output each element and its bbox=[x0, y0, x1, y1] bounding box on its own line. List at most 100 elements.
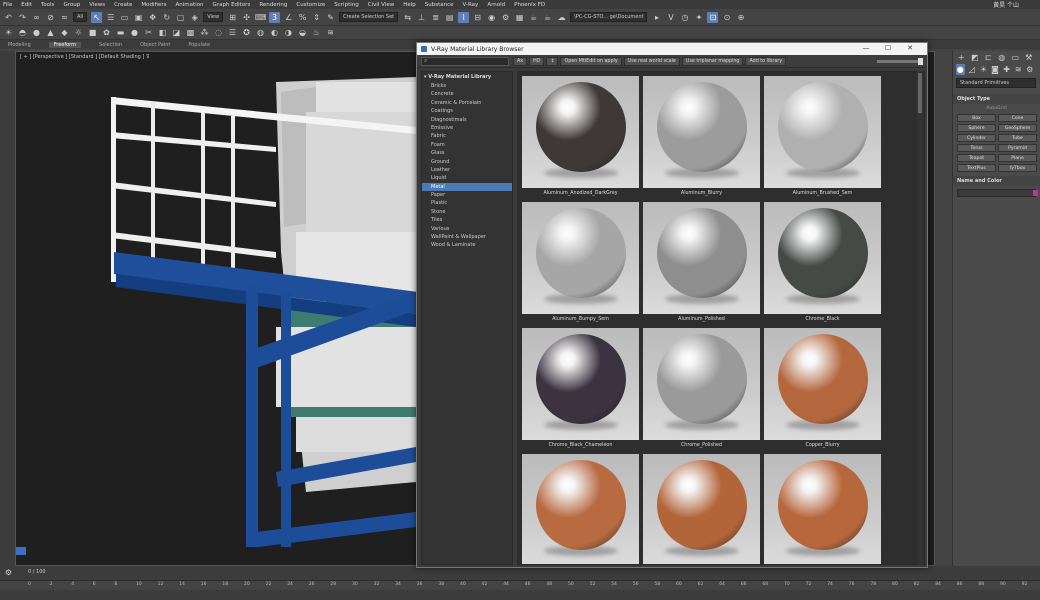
material-preview[interactable] bbox=[522, 328, 639, 440]
geosphere-button[interactable]: GeoSphere bbox=[998, 124, 1037, 132]
phoenix-fire-icon[interactable]: ♨ bbox=[311, 27, 322, 38]
pyramid-button[interactable]: Pyramid bbox=[998, 144, 1037, 152]
menu-vray[interactable]: V-Ray bbox=[463, 2, 479, 8]
material-preview[interactable] bbox=[522, 202, 639, 314]
render-cloud-icon[interactable]: ☁ bbox=[556, 12, 567, 23]
helpers-icon[interactable]: ✚ bbox=[1002, 64, 1011, 75]
timeline-ruler[interactable]: 0 2 4 6 8 10 12 14 16 18 20 22 24 26 28 30 32 34 36 38 40 42 4… bbox=[0, 580, 1040, 590]
triplanar-mapping-toggle[interactable]: Use triplanar mapping bbox=[681, 56, 744, 66]
category-concrete[interactable]: Concrete bbox=[422, 90, 512, 98]
minimize-icon[interactable]: — bbox=[855, 44, 877, 52]
autogrid-checkbox[interactable]: AutoGrid bbox=[953, 104, 1040, 113]
material-tile[interactable]: Copper_Brushed_Sem bbox=[522, 454, 639, 564]
material-preview[interactable] bbox=[764, 328, 881, 440]
mirror-icon[interactable]: ⇆ bbox=[402, 12, 413, 23]
unlink-icon[interactable]: ⊘ bbox=[45, 12, 56, 23]
lights-icon[interactable]: ☀ bbox=[979, 64, 988, 75]
vray-render-icon[interactable]: ◷ bbox=[679, 12, 690, 23]
tab-object-paint[interactable]: Object Paint bbox=[140, 42, 170, 48]
user-account[interactable]: 黄昊 个山 bbox=[993, 0, 1019, 9]
maximize-icon[interactable]: ☐ bbox=[877, 44, 899, 52]
menu-file[interactable]: File bbox=[3, 2, 12, 8]
material-tile[interactable]: Chrome_Black_Chameleon bbox=[522, 328, 639, 452]
render-production-icon[interactable]: ☕ bbox=[528, 12, 539, 23]
hierarchy-tab-icon[interactable]: ⊏ bbox=[983, 52, 994, 63]
category-wood[interactable]: Wood & Laminate bbox=[422, 241, 512, 249]
primitive-type-dropdown[interactable]: Standard Primitives bbox=[956, 78, 1036, 88]
category-fabric[interactable]: Fabric bbox=[422, 132, 512, 140]
category-foam[interactable]: Foam bbox=[422, 141, 512, 149]
render-iterative-icon[interactable]: ☕ bbox=[542, 12, 553, 23]
sun-icon[interactable]: ● bbox=[31, 27, 42, 38]
material-tile[interactable]: Aluminum_Brushed_Sem bbox=[764, 76, 881, 200]
toggle-ribbon-icon[interactable]: ▤ bbox=[444, 12, 455, 23]
category-paper[interactable]: Paper bbox=[422, 191, 512, 199]
pivot-icon[interactable]: ⊞ bbox=[227, 12, 238, 23]
textplus-button[interactable]: TextPlus bbox=[957, 164, 996, 172]
menu-arnold[interactable]: Arnold bbox=[487, 2, 505, 8]
fytbox-button[interactable]: fyTbox bbox=[998, 164, 1037, 172]
scatter-icon[interactable]: ⁂ bbox=[199, 27, 210, 38]
align-icon[interactable]: ⊥ bbox=[416, 12, 427, 23]
dialog-titlebar[interactable]: V-Ray Material Library Browser — ☐ ✕ bbox=[417, 43, 927, 55]
category-metal[interactable]: Metal bbox=[422, 182, 512, 192]
cosmos-icon[interactable]: ✪ bbox=[241, 27, 252, 38]
geometry-icon[interactable]: ● bbox=[956, 63, 965, 75]
menu-create[interactable]: Create bbox=[114, 2, 132, 8]
menu-edit[interactable]: Edit bbox=[21, 2, 32, 8]
link-icon[interactable]: ∞ bbox=[31, 12, 42, 23]
box-button[interactable]: Box bbox=[957, 114, 996, 122]
material-grid-scrollbar[interactable] bbox=[917, 71, 923, 565]
edit-named-sets-icon[interactable]: ✎ bbox=[325, 12, 336, 23]
project-path-dropdown[interactable]: \PC-CG-STO... ge\Document bbox=[570, 12, 648, 22]
menu-graph-editors[interactable]: Graph Editors bbox=[213, 2, 251, 8]
vray-frame-buffer-icon[interactable]: V bbox=[665, 12, 676, 23]
thumbnail-size-slider[interactable] bbox=[877, 58, 923, 65]
bind-icon[interactable]: ≈ bbox=[59, 12, 70, 23]
menu-civil-view[interactable]: Civil View bbox=[368, 2, 394, 8]
cameras-icon[interactable]: ◙ bbox=[991, 64, 1000, 75]
category-tiles[interactable]: Tiles bbox=[422, 216, 512, 224]
move-icon[interactable]: ✥ bbox=[147, 12, 158, 23]
mesh-light-icon[interactable]: ◆ bbox=[59, 27, 70, 38]
scrollbar-thumb[interactable] bbox=[918, 73, 922, 113]
material-preview[interactable] bbox=[522, 76, 639, 188]
fur-icon[interactable]: ✿ bbox=[101, 27, 112, 38]
name-and-color-section[interactable]: Name and Color bbox=[953, 176, 1040, 186]
rendered-frame-window-icon[interactable]: ▦ bbox=[514, 12, 525, 23]
utilities-tab-icon[interactable]: ⚒ bbox=[1024, 52, 1035, 63]
material-tile[interactable]: Aluminum_Bumpy_Sem bbox=[522, 202, 639, 326]
material-preview[interactable] bbox=[522, 454, 639, 564]
ies-light-icon[interactable]: ▲ bbox=[45, 27, 56, 38]
material-tile[interactable]: Copper_Polished bbox=[764, 454, 881, 564]
angle-snap-icon[interactable]: ∠ bbox=[283, 12, 294, 23]
select-object-icon[interactable]: ↖ bbox=[91, 11, 103, 23]
material-tile[interactable]: Chrome_Polished bbox=[643, 328, 760, 452]
time-config-icon[interactable]: ⚙ bbox=[3, 567, 14, 578]
sky-icon[interactable]: ◌ bbox=[213, 27, 224, 38]
plane-icon[interactable]: ▬ bbox=[115, 27, 126, 38]
category-stone[interactable]: Stone bbox=[422, 208, 512, 216]
time-slider-frame[interactable]: 0 / 100 bbox=[28, 569, 46, 575]
material-tile[interactable]: Aluminum_Polished bbox=[643, 202, 760, 326]
vray-toolbar-icon[interactable]: ⊡ bbox=[707, 11, 719, 23]
lister-icon[interactable]: ☰ bbox=[227, 27, 238, 38]
reference-coordinate-dropdown[interactable]: View bbox=[203, 12, 224, 22]
tab-selection[interactable]: Selection bbox=[99, 42, 122, 48]
ambient-light-icon[interactable]: ☼ bbox=[73, 27, 84, 38]
material-library-icon[interactable]: ◍ bbox=[255, 27, 266, 38]
menu-substance[interactable]: Substance bbox=[425, 2, 454, 8]
spacewarps-icon[interactable]: ≋ bbox=[1014, 64, 1023, 75]
schematic-view-icon[interactable]: ⊟ bbox=[472, 12, 483, 23]
menu-tools[interactable]: Tools bbox=[41, 2, 55, 8]
curve-editor-icon[interactable]: ⌇ bbox=[458, 11, 470, 23]
spinner-snap-icon[interactable]: ⇕ bbox=[311, 12, 322, 23]
cone-button[interactable]: Cone bbox=[998, 114, 1037, 122]
category-coatings[interactable]: Coatings bbox=[422, 107, 512, 115]
menu-customize[interactable]: Customize bbox=[296, 2, 325, 8]
tree-root[interactable]: ▾ V-Ray Material Library bbox=[422, 72, 512, 82]
named-selection-set-dropdown[interactable]: Create Selection Set bbox=[339, 12, 399, 22]
placement-icon[interactable]: ◈ bbox=[189, 12, 200, 23]
asset-button[interactable]: Ax bbox=[513, 56, 528, 66]
proxy-icon[interactable]: ■ bbox=[87, 27, 98, 38]
